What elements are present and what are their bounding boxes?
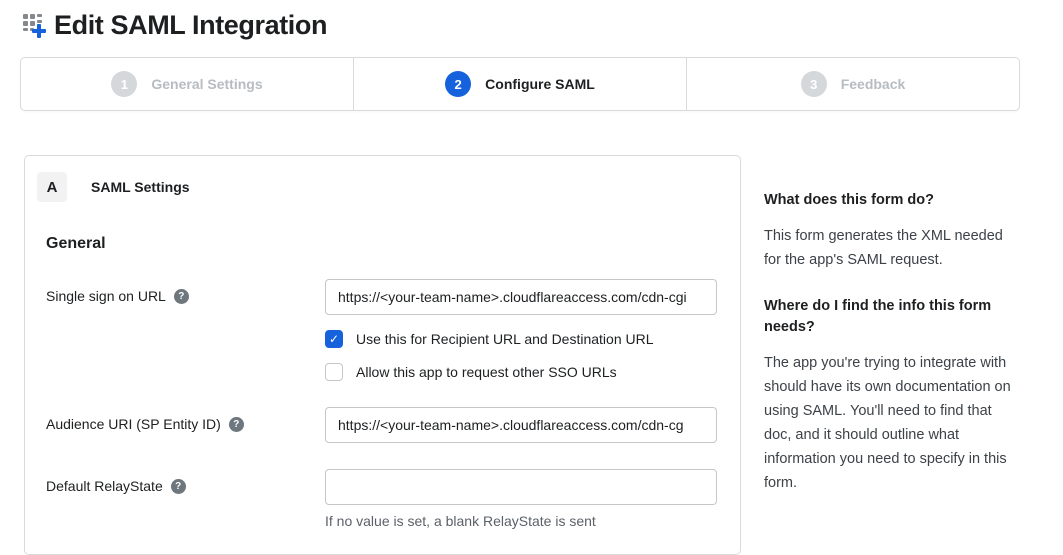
single-sign-on-url-input[interactable]: [325, 279, 717, 315]
checkbox-checked-icon[interactable]: [325, 330, 343, 348]
field-default-relaystate: Default RelayState ? If no value is set,…: [46, 469, 720, 529]
step-general-settings[interactable]: 1 General Settings: [21, 58, 354, 110]
default-relaystate-input[interactable]: [325, 469, 717, 505]
field-label: Single sign on URL ?: [46, 279, 325, 381]
step-label: Feedback: [841, 76, 906, 92]
field-label-text: Audience URI (SP Entity ID): [46, 416, 221, 433]
field-label-text: Single sign on URL: [46, 288, 166, 305]
field-single-sign-on-url: Single sign on URL ? Use this for Recipi…: [46, 279, 720, 381]
checkbox-label: Use this for Recipient URL and Destinati…: [356, 331, 654, 347]
step-configure-saml[interactable]: 2 Configure SAML: [354, 58, 687, 110]
section-badge: A: [37, 172, 67, 202]
field-label: Audience URI (SP Entity ID) ?: [46, 407, 325, 443]
sidebar-paragraph-where: The app you're trying to integrate with …: [764, 351, 1016, 495]
other-sso-urls-checkbox-row[interactable]: Allow this app to request other SSO URLs: [325, 363, 717, 381]
sidebar-paragraph-what: This form generates the XML needed for t…: [764, 224, 1016, 272]
recipient-url-checkbox-row[interactable]: Use this for Recipient URL and Destinati…: [325, 330, 717, 348]
step-feedback[interactable]: 3 Feedback: [687, 58, 1019, 110]
section-title: SAML Settings: [91, 179, 190, 195]
field-control: [325, 407, 717, 443]
field-label-text: Default RelayState: [46, 478, 163, 495]
relaystate-help-text: If no value is set, a blank RelayState i…: [325, 513, 717, 529]
wizard-stepper: 1 General Settings 2 Configure SAML 3 Fe…: [20, 57, 1020, 111]
help-icon[interactable]: ?: [229, 417, 244, 432]
group-heading-general: General: [46, 235, 740, 253]
help-icon[interactable]: ?: [174, 289, 189, 304]
sidebar-heading-what: What does this form do?: [764, 190, 1016, 211]
field-label: Default RelayState ?: [46, 469, 325, 529]
step-number-badge: 1: [111, 71, 137, 97]
page-title: Edit SAML Integration: [54, 8, 327, 42]
sidebar-heading-where: Where do I find the info this form needs…: [764, 296, 1016, 338]
field-audience-uri: Audience URI (SP Entity ID) ?: [46, 407, 720, 443]
help-sidebar: What does this form do? This form genera…: [764, 190, 1016, 519]
step-number-badge: 3: [801, 71, 827, 97]
field-control: If no value is set, a blank RelayState i…: [325, 469, 717, 529]
step-label: General Settings: [151, 76, 262, 92]
help-icon[interactable]: ?: [171, 479, 186, 494]
section-header: A SAML Settings: [25, 156, 740, 202]
field-control: Use this for Recipient URL and Destinati…: [325, 279, 717, 381]
step-number-badge: 2: [445, 71, 471, 97]
saml-settings-panel: A SAML Settings General Single sign on U…: [24, 155, 741, 555]
app-grid-plus-icon: [20, 9, 50, 41]
step-label: Configure SAML: [485, 76, 595, 92]
page-header: Edit SAML Integration: [0, 0, 1063, 42]
checkbox-label: Allow this app to request other SSO URLs: [356, 364, 617, 380]
audience-uri-input[interactable]: [325, 407, 717, 443]
checkbox-unchecked-icon[interactable]: [325, 363, 343, 381]
